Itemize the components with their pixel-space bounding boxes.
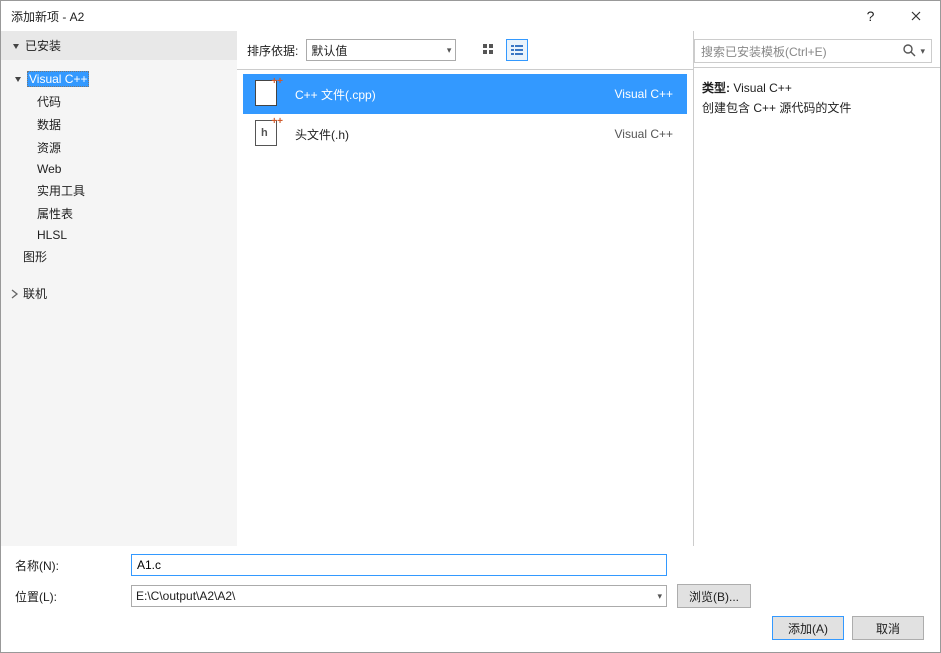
search-icon: [902, 43, 916, 60]
search-placeholder: 搜索已安装模板(Ctrl+E): [701, 43, 827, 60]
sort-by-label: 排序依据:: [247, 42, 298, 59]
view-medium-icons-button[interactable]: [478, 39, 500, 61]
detail-type-label: 类型:: [702, 81, 730, 95]
dropdown-icon: ▾: [920, 46, 925, 57]
dialog-footer: 添加(A) 取消: [15, 616, 926, 640]
window-title: 添加新项 - A2: [11, 8, 848, 25]
bottom-form: 名称(N): 位置(L): E:\C\output\A2\A2\ ▾ 浏览(B)…: [1, 546, 940, 652]
list-icon: [510, 43, 524, 57]
location-value: E:\C\output\A2\A2\: [136, 589, 235, 603]
tree-node-visual-cpp[interactable]: Visual C++: [9, 68, 237, 90]
help-button[interactable]: ?: [848, 1, 893, 31]
dialog-body: 已安装 Visual C++ 代码 数据 资源 Web 实用工具: [1, 31, 940, 652]
name-row: 名称(N):: [15, 554, 926, 576]
template-category: Visual C++: [615, 87, 677, 101]
add-button[interactable]: 添加(A): [772, 616, 844, 640]
installed-label: 已安装: [25, 37, 61, 54]
search-input[interactable]: 搜索已安装模板(Ctrl+E) ▾: [694, 39, 932, 63]
location-row: 位置(L): E:\C\output\A2\A2\ ▾ 浏览(B)...: [15, 584, 926, 608]
template-name: C++ 文件(.cpp): [295, 86, 601, 103]
tree-node-label: 联机: [23, 285, 47, 302]
tree-leaf-code[interactable]: 代码: [37, 90, 237, 113]
browse-button[interactable]: 浏览(B)...: [677, 584, 751, 608]
sort-by-value: 默认值: [311, 42, 347, 59]
template-detail: 类型: Visual C++ 创建包含 C++ 源代码的文件: [694, 68, 940, 129]
chevron-down-icon: [13, 74, 23, 84]
detail-description: 创建包含 C++ 源代码的文件: [702, 98, 932, 118]
template-toolbar: 排序依据: 默认值 ▾: [237, 31, 693, 70]
sidebar: 已安装 Visual C++ 代码 数据 资源 Web 实用工具: [1, 31, 237, 546]
name-label: 名称(N):: [15, 557, 131, 574]
tree-leaf-propsheet[interactable]: 属性表: [37, 202, 237, 225]
close-icon: [911, 11, 921, 21]
cpp-file-icon: ++: [253, 80, 281, 108]
sort-by-combo[interactable]: 默认值 ▾: [306, 39, 456, 61]
tree-node-label: 图形: [23, 248, 47, 265]
search-area: 搜索已安装模板(Ctrl+E) ▾: [694, 31, 940, 68]
view-small-icons-button[interactable]: [506, 39, 528, 61]
add-new-item-dialog: 添加新项 - A2 ? 已安装 Visual: [0, 0, 941, 653]
tree-leaf-resource[interactable]: 资源: [37, 136, 237, 159]
tree-leaf-data[interactable]: 数据: [37, 113, 237, 136]
location-label: 位置(L):: [15, 588, 131, 605]
cancel-button[interactable]: 取消: [852, 616, 924, 640]
template-item-cpp[interactable]: ++ C++ 文件(.cpp) Visual C++: [243, 74, 687, 114]
template-name: 头文件(.h): [295, 126, 601, 143]
name-input[interactable]: [131, 554, 667, 576]
tree-leaf-web[interactable]: Web: [37, 159, 237, 179]
tree-leaf-utility[interactable]: 实用工具: [37, 179, 237, 202]
tree-children-visual-cpp: 代码 数据 资源 Web 实用工具 属性表 HLSL: [9, 90, 237, 245]
close-button[interactable]: [893, 1, 938, 31]
main-row: 已安装 Visual C++ 代码 数据 资源 Web 实用工具: [1, 31, 940, 546]
tree-leaf-hlsl[interactable]: HLSL: [37, 225, 237, 245]
chevron-down-icon: ▾: [447, 45, 452, 56]
header-file-icon: h++: [253, 120, 281, 148]
location-combo[interactable]: E:\C\output\A2\A2\ ▾: [131, 585, 667, 607]
detail-type-value: Visual C++: [733, 81, 791, 95]
grid-icon: [482, 43, 496, 57]
tree-node-graphics[interactable]: 图形: [9, 245, 237, 268]
tree-node-online[interactable]: 联机: [9, 282, 237, 305]
center-pane: 排序依据: 默认值 ▾: [237, 31, 694, 546]
tree-node-label: Visual C++: [27, 71, 89, 87]
template-category: Visual C++: [615, 127, 677, 141]
installed-header[interactable]: 已安装: [1, 31, 237, 60]
template-tree: Visual C++ 代码 数据 资源 Web 实用工具 属性表 HLSL 图形: [1, 60, 237, 313]
titlebar: 添加新项 - A2 ?: [1, 1, 940, 31]
template-list: ++ C++ 文件(.cpp) Visual C++ h++ 头文件(.h) V…: [237, 70, 693, 546]
chevron-down-icon: ▾: [657, 591, 662, 602]
template-item-header[interactable]: h++ 头文件(.h) Visual C++: [243, 114, 687, 154]
chevron-right-icon: [9, 289, 19, 299]
right-pane: 搜索已安装模板(Ctrl+E) ▾ 类型: Visual C++ 创建包含 C+…: [694, 31, 940, 546]
chevron-down-icon: [11, 41, 21, 51]
